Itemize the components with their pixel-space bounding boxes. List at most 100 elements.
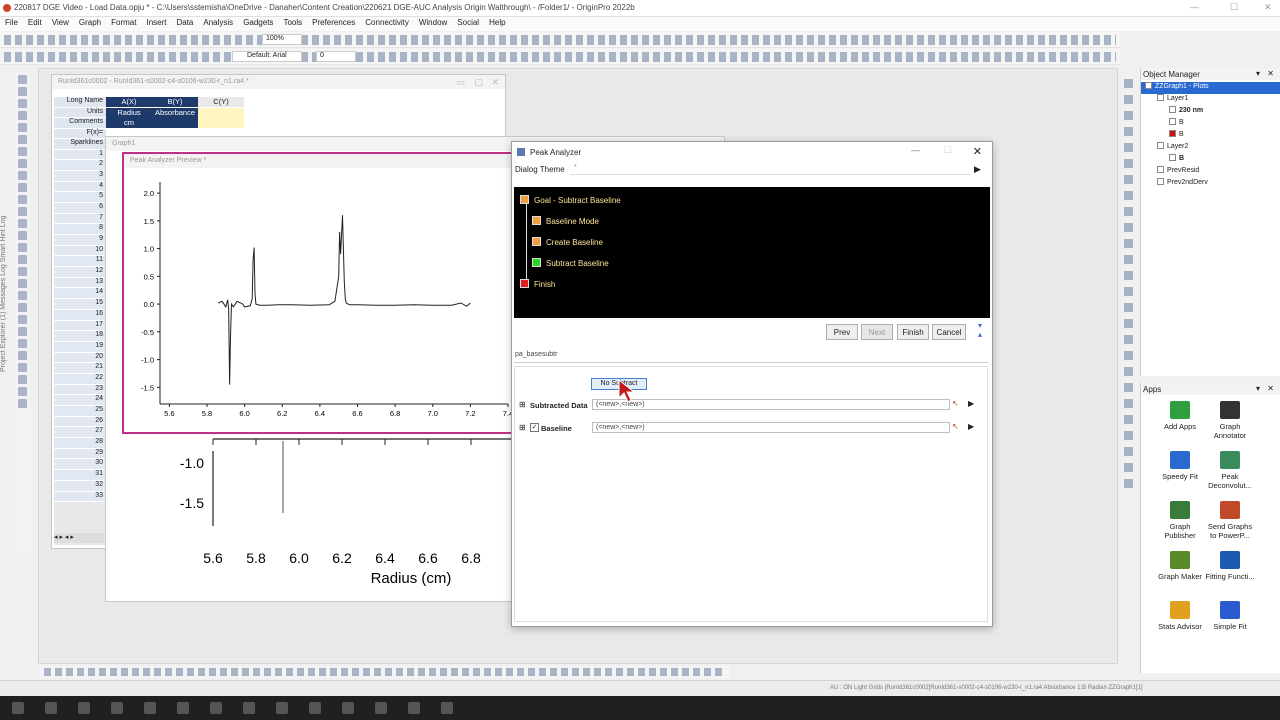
column-header-a[interactable]: A(X) — [106, 97, 152, 107]
tool-icon[interactable] — [17, 327, 27, 336]
side-panel-tabs[interactable]: Project Explorer (1) Messages Log Smart … — [0, 72, 12, 372]
menu-item[interactable]: Social — [452, 17, 484, 28]
tool-icon[interactable] — [17, 135, 27, 144]
tool-icon[interactable] — [1123, 399, 1133, 408]
row-number[interactable]: 8 — [54, 224, 106, 235]
tool-icon[interactable] — [1123, 383, 1133, 392]
row-number[interactable]: 9 — [54, 235, 106, 246]
tool-icon[interactable] — [1123, 463, 1133, 472]
finish-button[interactable]: Finish — [897, 324, 929, 340]
tool-icon[interactable] — [1123, 335, 1133, 344]
sheet-nav[interactable]: ◂ ▸ ◂ ▸ — [54, 533, 104, 543]
taskbar-app-icon[interactable] — [111, 702, 123, 714]
taskbar-app-icon[interactable] — [441, 702, 453, 714]
pin-icon[interactable]: ▾ — [1256, 384, 1260, 393]
tool-icon[interactable] — [17, 111, 27, 120]
column-header-c[interactable]: C(Y) — [198, 97, 244, 107]
tool-icon[interactable] — [17, 207, 27, 216]
tool-icon[interactable] — [1123, 239, 1133, 248]
tool-icon[interactable] — [1123, 79, 1133, 88]
tool-icon[interactable] — [1123, 287, 1133, 296]
tree-checkbox[interactable] — [1169, 154, 1176, 161]
baseline-field[interactable]: (<new>,<new>) — [592, 422, 950, 433]
apps-close-icon[interactable]: ✕ — [1267, 384, 1274, 393]
pa-minimize-icon[interactable]: — — [911, 145, 920, 155]
menu-arrow-icon[interactable]: ▶ — [968, 422, 974, 431]
taskbar-app-icon[interactable] — [45, 702, 57, 714]
menu-item[interactable]: Analysis — [198, 17, 238, 28]
tool-icon[interactable] — [17, 363, 27, 372]
tree-checkbox[interactable] — [1157, 166, 1164, 173]
row-number[interactable]: 11 — [54, 256, 106, 268]
tool-icon[interactable] — [17, 171, 27, 180]
taskbar-app-icon[interactable] — [144, 702, 156, 714]
collapse-arrows-icon[interactable]: ▾ ▴ — [978, 321, 982, 339]
row-number[interactable]: 28 — [54, 438, 106, 449]
theme-arrow-icon[interactable]: ▶ — [974, 164, 981, 175]
app-tile[interactable]: Speedy Fit — [1155, 451, 1205, 481]
row-number[interactable]: 18 — [54, 331, 106, 342]
menu-item[interactable]: Tools — [278, 17, 307, 28]
tool-icon[interactable] — [1123, 367, 1133, 376]
tree-checkbox[interactable] — [1145, 82, 1152, 89]
minimize-icon[interactable]: — — [1190, 2, 1199, 12]
taskbar-app-icon[interactable] — [309, 702, 321, 714]
tree-checkbox[interactable] — [1157, 178, 1164, 185]
toolbar-icons[interactable] — [44, 668, 726, 676]
tool-icon[interactable] — [17, 387, 27, 396]
row-number[interactable]: 31 — [54, 470, 106, 481]
preview-chart[interactable]: 2.0 1.5 1.0 0.5 0.0 -0.5 -1.0 -1.5 5.6 5.8 6.0 6.2 6… — [124, 168, 514, 430]
app-tile[interactable]: Peak Deconvolut... — [1205, 451, 1255, 490]
taskbar-app-icon[interactable] — [177, 702, 189, 714]
tree-item[interactable]: 230 nm — [1141, 106, 1280, 118]
menu-item[interactable]: Connectivity — [360, 17, 414, 28]
tool-icon[interactable] — [1123, 207, 1133, 216]
flow-step[interactable]: Goal - Subtract Baseline — [520, 195, 621, 205]
tree-checkbox[interactable] — [1157, 94, 1164, 101]
expand-icon[interactable]: ⊞ — [519, 423, 526, 432]
row-number[interactable]: 17 — [54, 320, 106, 332]
app-tile[interactable]: Fitting Functi... — [1205, 551, 1255, 581]
menu-item[interactable]: Preferences — [307, 17, 360, 28]
row-number[interactable]: 21 — [54, 363, 106, 374]
subtracted-data-field[interactable]: (<new>,<new>) — [592, 399, 950, 410]
cancel-button[interactable]: Cancel — [932, 324, 966, 340]
tool-icon[interactable] — [17, 87, 27, 96]
menu-item[interactable]: View — [47, 17, 74, 28]
pin-icon[interactable]: ▾ — [1256, 69, 1260, 78]
tool-icon[interactable] — [1123, 255, 1133, 264]
tool-icon[interactable] — [17, 399, 27, 408]
menu-item[interactable]: Window — [414, 17, 452, 28]
tool-icon[interactable] — [17, 255, 27, 264]
wizard-flow-map[interactable]: Goal - Subtract Baseline Baseline Mode Cre… — [514, 187, 990, 318]
tool-icon[interactable] — [1123, 111, 1133, 120]
select-range-icon[interactable]: ↖ — [952, 422, 959, 431]
tree-item[interactable]: B — [1141, 154, 1280, 166]
taskbar-app-icon[interactable] — [342, 702, 354, 714]
tool-icon[interactable] — [1123, 95, 1133, 104]
wb-close-icon[interactable]: ✕ — [491, 77, 499, 88]
row-number[interactable]: 15 — [54, 299, 106, 310]
menu-item[interactable]: Gadgets — [238, 17, 278, 28]
menu-item[interactable]: Data — [171, 17, 198, 28]
row-number[interactable]: 12 — [54, 267, 106, 278]
app-tile[interactable]: Graph Maker — [1155, 551, 1205, 581]
preview-series-line[interactable] — [218, 215, 471, 385]
tool-icon[interactable] — [1123, 415, 1133, 424]
toolbar-icons[interactable] — [4, 35, 1116, 45]
tool-icon[interactable] — [1123, 351, 1133, 360]
menu-item[interactable]: Edit — [23, 17, 47, 28]
taskbar-app-icon[interactable] — [408, 702, 420, 714]
tool-icon[interactable] — [1123, 223, 1133, 232]
tree-item[interactable]: Layer2 — [1141, 142, 1280, 154]
tool-icon[interactable] — [1123, 431, 1133, 440]
tree-item[interactable]: B — [1141, 130, 1280, 142]
column-header-b[interactable]: B(Y) — [152, 97, 198, 107]
om-close-icon[interactable]: ✕ — [1267, 69, 1274, 78]
row-number[interactable]: 2 — [54, 160, 106, 171]
tool-icon[interactable] — [17, 99, 27, 108]
next-button[interactable]: Next — [861, 324, 893, 340]
menu-item[interactable]: File — [0, 17, 23, 28]
cell-c-meta[interactable] — [198, 108, 244, 128]
tree-item[interactable]: PrevResid — [1141, 166, 1280, 178]
